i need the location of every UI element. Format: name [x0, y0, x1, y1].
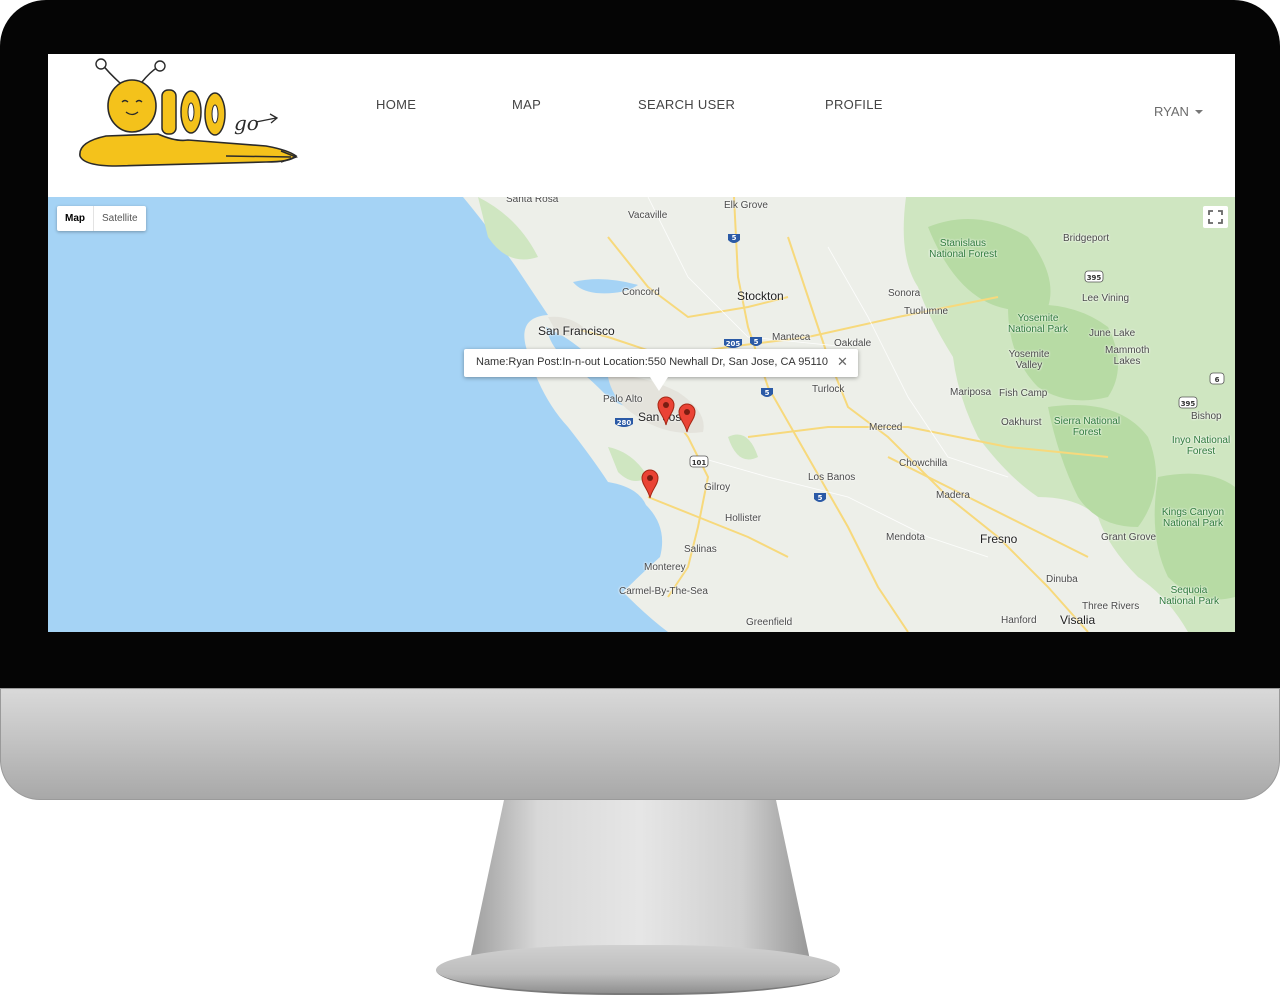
place-label: Greenfield [746, 617, 793, 628]
place-label: Lee Vining [1082, 293, 1130, 304]
place-label: Stockton [737, 289, 784, 303]
place-label: Palo Alto [603, 394, 643, 405]
close-icon[interactable]: ✕ [837, 354, 848, 370]
place-label: Visalia [1060, 613, 1096, 627]
place-label: Mendota [886, 532, 925, 543]
place-label: Sierra National Forest [1053, 416, 1121, 438]
place-label: June Lake [1089, 328, 1136, 339]
place-label: Sequoia National Park [1158, 585, 1220, 607]
place-label: Fish Camp [999, 388, 1048, 399]
place-label: Manteca [772, 332, 811, 343]
place-label: Oakdale [834, 338, 872, 349]
place-label: Kings Canyon National Park [1161, 507, 1225, 529]
place-label: Stanislaus National Forest [929, 238, 997, 260]
user-dropdown[interactable]: RYAN [1154, 104, 1203, 119]
place-label: Bridgeport [1063, 233, 1110, 244]
place-label: Dinuba [1046, 574, 1078, 585]
place-label: Yosemite National Park [1007, 313, 1069, 335]
nav-search-user-link[interactable]: SEARCH USER [638, 97, 735, 112]
user-name: RYAN [1154, 104, 1189, 119]
navbar: go HOME MAP SEARCH USER PROFILE RYAN [48, 54, 1235, 197]
place-label: Mammoth Lakes [1105, 345, 1150, 367]
place-label: Vacaville [628, 210, 668, 221]
chevron-down-icon [1194, 109, 1203, 114]
monitor-stand-neck [470, 800, 810, 960]
place-label: Oakhurst [1001, 417, 1042, 428]
info-window-text: Name:Ryan Post:In-n-out Location:550 New… [476, 356, 828, 368]
place-label: Hanford [1001, 615, 1037, 626]
place-label: Merced [869, 422, 903, 433]
place-label: Three Rivers [1082, 601, 1140, 612]
place-label: Gilroy [704, 482, 731, 493]
place-label: Bishop [1191, 411, 1222, 422]
foo-go-logo[interactable]: go [76, 56, 302, 168]
place-label: Carmel-By-The-Sea [619, 586, 708, 597]
place-label: Santa Rosa [506, 197, 559, 205]
marker-info-window: Name:Ryan Post:In-n-out Location:550 New… [464, 349, 858, 391]
map-type-map-button[interactable]: Map [57, 206, 94, 231]
place-label: Los Banos [808, 472, 856, 483]
logo-lettering: go [234, 111, 259, 135]
place-label: Grant Grove [1101, 532, 1157, 543]
place-label: Turlock [812, 384, 845, 395]
place-label: Monterey [644, 562, 686, 573]
place-label: San Francisco [538, 324, 615, 338]
place-label: Chowchilla [899, 458, 948, 469]
map-marker-icon[interactable] [678, 403, 696, 433]
place-label: Inyo National Forest [1171, 435, 1231, 457]
monitor-stand-base [436, 945, 840, 995]
map-type-control: Map Satellite [57, 206, 146, 231]
place-label: Tuolumne [904, 306, 949, 317]
map-type-satellite-button[interactable]: Satellite [94, 206, 146, 231]
place-label: Hollister [725, 513, 762, 524]
place-label: Concord [622, 287, 660, 298]
nav-profile-link[interactable]: PROFILE [825, 97, 883, 112]
monitor-chin [0, 688, 1280, 800]
nav-map-link[interactable]: MAP [512, 97, 541, 112]
place-label: Salinas [684, 544, 717, 555]
nav-home-link[interactable]: HOME [376, 97, 416, 112]
browser-viewport: go HOME MAP SEARCH USER PROFILE RYAN Map… [48, 54, 1235, 632]
fullscreen-icon[interactable] [1203, 206, 1228, 228]
place-label: Madera [936, 490, 970, 501]
place-label: Yosemite Valley [1008, 349, 1050, 371]
place-label: Fresno [980, 532, 1018, 546]
map-marker-icon[interactable] [641, 469, 659, 499]
place-label: Mariposa [950, 387, 992, 398]
info-window-pointer [650, 377, 668, 391]
place-label: Sonora [888, 288, 921, 299]
place-label: Elk Grove [724, 200, 768, 211]
monitor-frame: go HOME MAP SEARCH USER PROFILE RYAN Map… [0, 0, 1280, 995]
google-map[interactable]: Map Satellite Santa Rosa Vacaville Elk G… [48, 197, 1235, 632]
map-marker-icon[interactable] [657, 396, 675, 426]
